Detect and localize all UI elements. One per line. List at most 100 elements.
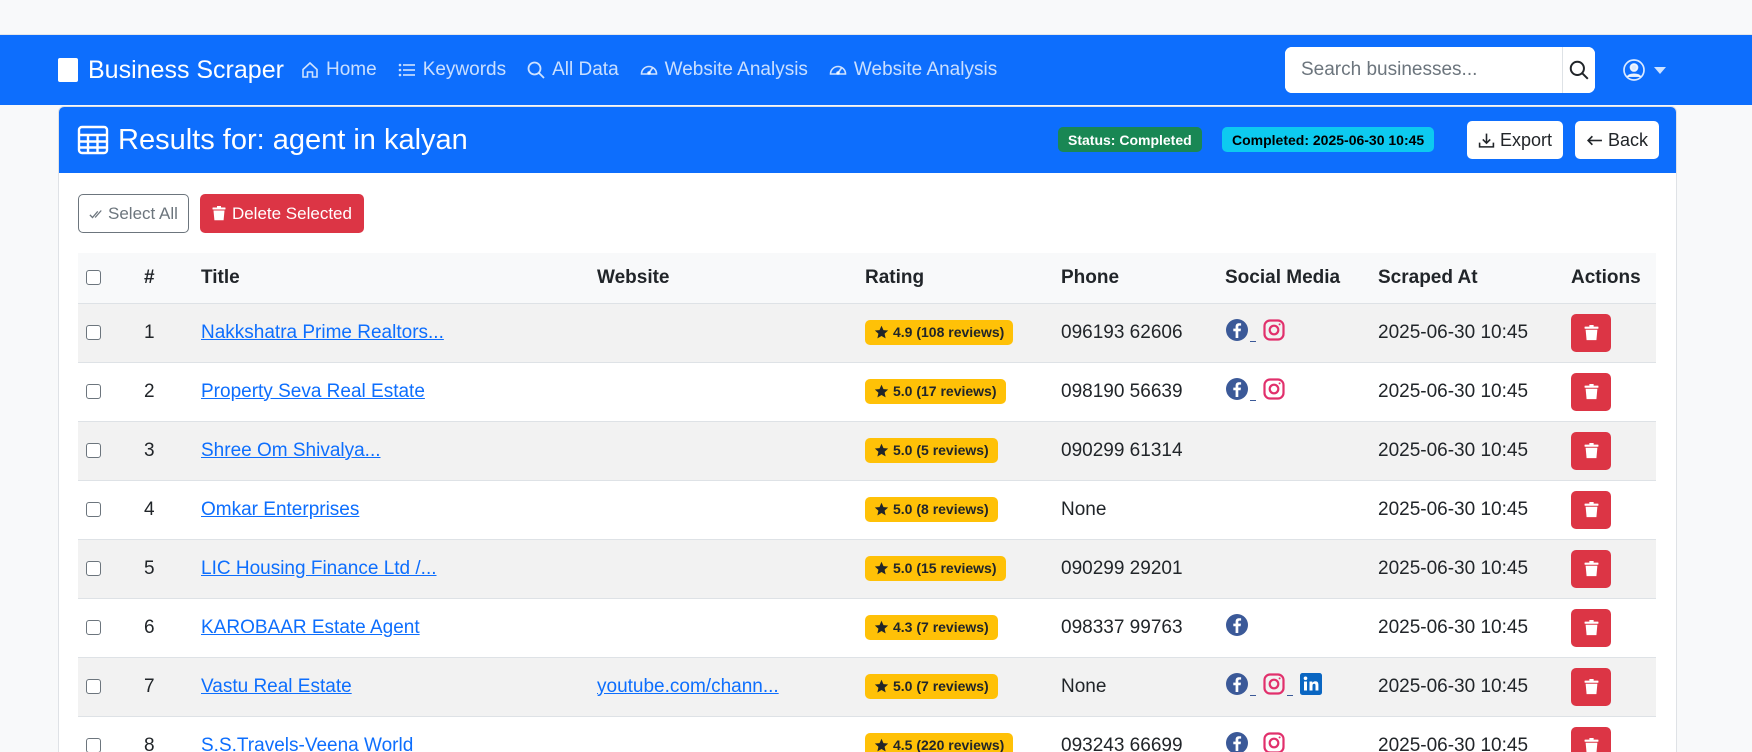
phone-cell: 090299 61314 [1053, 421, 1217, 481]
linkedin-icon[interactable] [1299, 672, 1323, 696]
export-button[interactable]: Export [1467, 121, 1564, 159]
brand[interactable]: Business Scraper [58, 35, 284, 105]
nav-link-all-data[interactable]: All Data [526, 59, 619, 81]
actions-cell [1563, 539, 1656, 599]
star-icon [874, 384, 893, 399]
house-icon [302, 61, 318, 78]
facebook-icon[interactable] [1225, 613, 1249, 637]
scraped-at-cell: 2025-06-30 10:45 [1370, 539, 1563, 599]
rating-text: 5.0 (5 reviews) [893, 442, 989, 458]
back-label: Back [1608, 129, 1649, 150]
brand-label: Business Scraper [88, 55, 284, 84]
delete-selected-button[interactable]: Delete Selected [199, 194, 364, 233]
instagram-icon[interactable] [1262, 318, 1286, 342]
business-title-link[interactable]: LIC Housing Finance Ltd /... [201, 558, 437, 579]
row-checkbox[interactable] [86, 560, 101, 576]
row-checkbox[interactable] [86, 737, 101, 752]
delete-selected-label: Delete Selected [231, 203, 352, 223]
user-menu[interactable] [1622, 35, 1666, 105]
caret-down-icon [1654, 66, 1666, 74]
check-all-icon [89, 209, 102, 218]
header-checkbox[interactable] [86, 270, 101, 286]
website-cell: youtube.com/chann... [589, 657, 857, 717]
delete-row-button[interactable] [1571, 667, 1611, 706]
title-cell: Omkar Enterprises [193, 480, 589, 540]
phone-cell: 096193 62606 [1053, 303, 1217, 363]
star-icon [874, 738, 893, 752]
rating-badge: 5.0 (5 reviews) [865, 437, 998, 463]
table-row: 4 Omkar Enterprises 5.0 (8 reviews) None 202… [78, 480, 1656, 540]
search-input[interactable] [1285, 47, 1562, 93]
select-all-button[interactable]: Select All [78, 194, 189, 233]
delete-row-button[interactable] [1571, 726, 1611, 752]
nav-link-label: Keywords [422, 59, 507, 80]
rating-badge: 5.0 (15 reviews) [865, 555, 1006, 581]
nav-link-website-analysis[interactable]: Website Analysis [639, 59, 808, 81]
delete-row-button[interactable] [1571, 313, 1611, 352]
instagram-icon[interactable] [1262, 731, 1286, 752]
card-header: Results for: agent in kalyan Status: Com… [59, 107, 1676, 173]
delete-row-button[interactable] [1571, 372, 1611, 411]
star-icon [874, 679, 893, 694]
row-checkbox[interactable] [86, 442, 101, 458]
rating-cell: 5.0 (15 reviews) [857, 539, 1053, 599]
rating-cell: 4.9 (108 reviews) [857, 303, 1053, 363]
row-number: 3 [136, 421, 193, 481]
business-title-link[interactable]: Vastu Real Estate [201, 676, 352, 697]
social-cell [1217, 716, 1370, 752]
row-checkbox[interactable] [86, 324, 101, 340]
rating-badge: 4.3 (7 reviews) [865, 614, 998, 640]
actions-cell [1563, 303, 1656, 363]
rating-cell: 5.0 (8 reviews) [857, 480, 1053, 540]
social-cell [1217, 480, 1370, 540]
back-button[interactable]: Back [1575, 121, 1660, 159]
website-cell [589, 421, 857, 481]
actions-cell [1563, 598, 1656, 658]
nav-link-website-analysis-2[interactable]: Website Analysis [828, 59, 997, 81]
facebook-icon[interactable] [1225, 672, 1256, 696]
facebook-icon[interactable] [1225, 318, 1256, 342]
trash-icon [1584, 619, 1599, 636]
scraped-at-cell: 2025-06-30 10:45 [1370, 480, 1563, 540]
facebook-icon[interactable] [1225, 377, 1256, 401]
delete-row-button[interactable] [1571, 608, 1611, 647]
delete-row-button[interactable] [1571, 549, 1611, 588]
rating-text: 5.0 (17 reviews) [893, 383, 997, 399]
row-checkbox-cell [78, 362, 136, 422]
nav-link-label: Website Analysis [664, 59, 808, 80]
status-badge: Status: Completed [1058, 127, 1202, 152]
business-title-link[interactable]: S.S.Travels-Veena World [201, 735, 413, 752]
phone-cell: None [1053, 480, 1217, 540]
row-checkbox[interactable] [86, 501, 101, 517]
actions-cell [1563, 480, 1656, 540]
nav-link-home[interactable]: Home [300, 59, 377, 81]
website-link[interactable]: youtube.com/chann... [597, 676, 779, 697]
trash-icon [1584, 324, 1599, 341]
scraped-at-cell: 2025-06-30 10:45 [1370, 716, 1563, 752]
actions-cell [1563, 362, 1656, 422]
search-button[interactable] [1562, 47, 1595, 93]
results-card: Results for: agent in kalyan Status: Com… [58, 106, 1677, 752]
title-cell: LIC Housing Finance Ltd /... [193, 539, 589, 599]
star-icon [874, 502, 893, 517]
facebook-icon[interactable] [1225, 731, 1249, 752]
table-row: 5 LIC Housing Finance Ltd /... 5.0 (15 rev… [78, 539, 1656, 599]
delete-row-button[interactable] [1571, 490, 1611, 529]
column-header: Phone [1053, 253, 1217, 304]
nav-link-keywords[interactable]: Keywords [397, 59, 506, 81]
instagram-icon[interactable] [1262, 672, 1293, 696]
delete-row-button[interactable] [1571, 431, 1611, 470]
business-title-link[interactable]: Shree Om Shivalya... [201, 440, 381, 461]
row-checkbox[interactable] [86, 619, 101, 635]
column-header: Website [589, 253, 857, 304]
business-title-link[interactable]: Omkar Enterprises [201, 499, 359, 520]
business-title-link[interactable]: Property Seva Real Estate [201, 381, 425, 402]
nav-links: Home Keywords All Data Website Analysis … [300, 35, 1017, 105]
business-title-link[interactable]: Nakkshatra Prime Realtors... [201, 322, 444, 343]
trash-icon [1584, 678, 1599, 695]
row-checkbox[interactable] [86, 383, 101, 399]
row-number: 7 [136, 657, 193, 717]
row-checkbox[interactable] [86, 678, 101, 694]
instagram-icon[interactable] [1262, 377, 1286, 401]
business-title-link[interactable]: KAROBAAR Estate Agent [201, 617, 420, 638]
